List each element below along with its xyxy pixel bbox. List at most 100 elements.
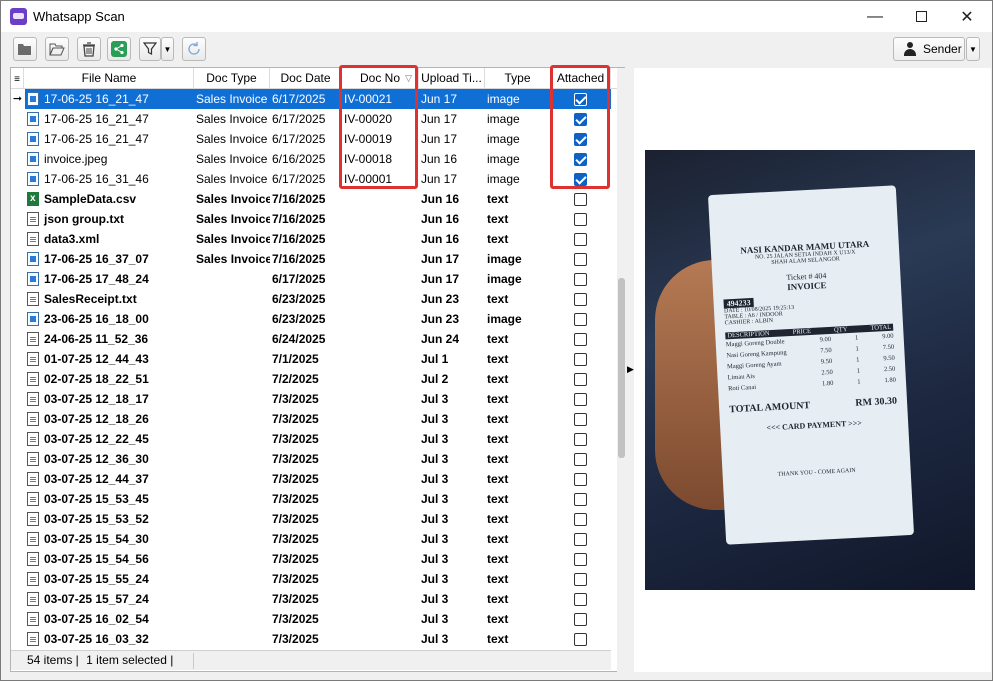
table-row[interactable]: 03-07-25 12_22_45 7/3/2025 Jul 3 text bbox=[11, 429, 611, 449]
cell-doc-type[interactable] bbox=[194, 469, 270, 489]
table-row[interactable]: SampleData.csv Sales Invoice7/16/2025 Jun … bbox=[11, 189, 611, 209]
cell-doc-type[interactable] bbox=[194, 369, 270, 389]
cell-file-name[interactable]: 17-06-25 17_48_24 bbox=[25, 269, 194, 289]
share-button[interactable] bbox=[107, 37, 131, 61]
cell-upload-time[interactable]: Jul 3 bbox=[419, 569, 485, 589]
cell-doc-date[interactable]: 6/17/2025 bbox=[270, 269, 342, 289]
cell-doc-date[interactable]: 7/16/2025 bbox=[270, 229, 342, 249]
cell-doc-date[interactable]: 7/3/2025 bbox=[270, 449, 342, 469]
cell-type[interactable]: image bbox=[485, 149, 551, 169]
cell-type[interactable]: text bbox=[485, 609, 551, 629]
cell-doc-no[interactable] bbox=[342, 269, 419, 289]
cell-type[interactable]: image bbox=[485, 249, 551, 269]
cell-upload-time[interactable]: Jul 3 bbox=[419, 409, 485, 429]
cell-type[interactable]: image bbox=[485, 169, 551, 189]
cell-file-name[interactable]: 24-06-25 11_52_36 bbox=[25, 329, 194, 349]
cell-upload-time[interactable]: Jun 17 bbox=[419, 129, 485, 149]
import-button[interactable] bbox=[45, 37, 69, 61]
attached-checkbox[interactable] bbox=[574, 193, 587, 206]
attached-checkbox[interactable] bbox=[574, 253, 587, 266]
cell-type[interactable]: text bbox=[485, 629, 551, 649]
cell-doc-type[interactable] bbox=[194, 549, 270, 569]
cell-doc-type[interactable] bbox=[194, 609, 270, 629]
cell-doc-no[interactable] bbox=[342, 389, 419, 409]
attached-checkbox[interactable] bbox=[574, 233, 587, 246]
cell-doc-type[interactable]: Sales Invoice bbox=[194, 109, 270, 129]
cell-doc-date[interactable]: 7/3/2025 bbox=[270, 629, 342, 649]
cell-upload-time[interactable]: Jul 3 bbox=[419, 589, 485, 609]
cell-upload-time[interactable]: Jun 16 bbox=[419, 189, 485, 209]
cell-doc-type[interactable]: Sales Invoice bbox=[194, 89, 270, 109]
cell-type[interactable]: text bbox=[485, 389, 551, 409]
cell-file-name[interactable]: 03-07-25 15_53_52 bbox=[25, 509, 194, 529]
cell-type[interactable]: text bbox=[485, 509, 551, 529]
cell-type[interactable]: text bbox=[485, 569, 551, 589]
cell-type[interactable]: image bbox=[485, 309, 551, 329]
cell-doc-type[interactable]: Sales Invoice bbox=[194, 129, 270, 149]
cell-type[interactable]: text bbox=[485, 409, 551, 429]
table-row[interactable]: json group.txt Sales Invoice 7/16/2025 Jun … bbox=[11, 209, 611, 229]
cell-doc-date[interactable]: 7/3/2025 bbox=[270, 389, 342, 409]
cell-upload-time[interactable]: Jun 17 bbox=[419, 169, 485, 189]
cell-type[interactable]: text bbox=[485, 469, 551, 489]
cell-file-name[interactable]: 17-06-25 16_21_47 bbox=[25, 109, 194, 129]
maximize-button[interactable] bbox=[898, 1, 944, 32]
attached-checkbox[interactable] bbox=[574, 273, 587, 286]
column-header-upload-time[interactable]: Upload Ti... bbox=[419, 68, 485, 89]
cell-upload-time[interactable]: Jul 3 bbox=[419, 629, 485, 649]
cell-type[interactable]: text bbox=[485, 449, 551, 469]
cell-file-name[interactable]: 03-07-25 16_03_32 bbox=[25, 629, 194, 649]
cell-upload-time[interactable]: Jul 1 bbox=[419, 349, 485, 369]
grid-scrollbar[interactable] bbox=[617, 68, 626, 672]
table-row[interactable]: 03-07-25 15_55_24 7/3/2025 Jul 3 text bbox=[11, 569, 611, 589]
cell-upload-time[interactable]: Jul 3 bbox=[419, 489, 485, 509]
cell-doc-date[interactable]: 7/16/2025 bbox=[270, 249, 342, 269]
filter-button[interactable] bbox=[139, 37, 161, 61]
attached-checkbox[interactable] bbox=[574, 433, 587, 446]
cell-file-name[interactable]: 03-07-25 12_18_26 bbox=[25, 409, 194, 429]
cell-doc-date[interactable]: 7/3/2025 bbox=[270, 489, 342, 509]
scrollbar-thumb[interactable] bbox=[618, 278, 625, 458]
table-row[interactable]: 03-07-25 16_03_32 7/3/2025 Jul 3 text bbox=[11, 629, 611, 649]
cell-upload-time[interactable]: Jul 3 bbox=[419, 469, 485, 489]
cell-doc-no[interactable] bbox=[342, 249, 419, 269]
table-row[interactable]: 02-07-25 18_22_51 7/2/2025 Jul 2 text bbox=[11, 369, 611, 389]
attached-checkbox[interactable] bbox=[574, 213, 587, 226]
cell-doc-no[interactable] bbox=[342, 409, 419, 429]
table-row[interactable]: 03-07-25 15_57_24 7/3/2025 Jul 3 text bbox=[11, 589, 611, 609]
cell-doc-no[interactable] bbox=[342, 289, 419, 309]
cell-doc-type[interactable] bbox=[194, 329, 270, 349]
cell-file-name[interactable]: SampleData.csv bbox=[25, 189, 194, 209]
panel-splitter[interactable]: ▶ bbox=[626, 68, 634, 672]
cell-doc-no[interactable] bbox=[342, 489, 419, 509]
cell-file-name[interactable]: 03-07-25 15_54_56 bbox=[25, 549, 194, 569]
table-row[interactable]: invoice.jpeg Sales Invoice 6/16/2025 IV-000… bbox=[11, 149, 611, 169]
cell-type[interactable]: image bbox=[485, 269, 551, 289]
cell-doc-type[interactable] bbox=[194, 489, 270, 509]
attached-checkbox[interactable] bbox=[574, 573, 587, 586]
column-chooser-button[interactable]: ≡ bbox=[11, 68, 24, 89]
cell-type[interactable]: image bbox=[485, 129, 551, 149]
table-row[interactable]: 03-07-25 15_53_52 7/3/2025 Jul 3 text bbox=[11, 509, 611, 529]
cell-doc-no[interactable] bbox=[342, 309, 419, 329]
cell-doc-type[interactable] bbox=[194, 389, 270, 409]
cell-upload-time[interactable]: Jun 23 bbox=[419, 289, 485, 309]
attached-checkbox[interactable] bbox=[574, 633, 587, 646]
cell-doc-date[interactable]: 7/2/2025 bbox=[270, 369, 342, 389]
cell-doc-no[interactable] bbox=[342, 629, 419, 649]
table-row[interactable]: 17-06-25 16_31_46 Sales Invoice 6/17/2025 I… bbox=[11, 169, 611, 189]
cell-upload-time[interactable]: Jul 2 bbox=[419, 369, 485, 389]
cell-doc-type[interactable] bbox=[194, 429, 270, 449]
cell-doc-type[interactable]: Sales Invoice bbox=[194, 209, 270, 229]
cell-doc-no[interactable] bbox=[342, 229, 419, 249]
cell-upload-time[interactable]: Jun 16 bbox=[419, 149, 485, 169]
cell-doc-date[interactable]: 6/17/2025 bbox=[270, 109, 342, 129]
cell-upload-time[interactable]: Jun 24 bbox=[419, 329, 485, 349]
cell-doc-date[interactable]: 7/3/2025 bbox=[270, 529, 342, 549]
cell-doc-no[interactable] bbox=[342, 569, 419, 589]
attached-checkbox[interactable] bbox=[574, 513, 587, 526]
attached-checkbox[interactable] bbox=[574, 493, 587, 506]
cell-doc-no[interactable] bbox=[342, 329, 419, 349]
attached-checkbox[interactable] bbox=[574, 533, 587, 546]
cell-file-name[interactable]: 03-07-25 15_54_30 bbox=[25, 529, 194, 549]
